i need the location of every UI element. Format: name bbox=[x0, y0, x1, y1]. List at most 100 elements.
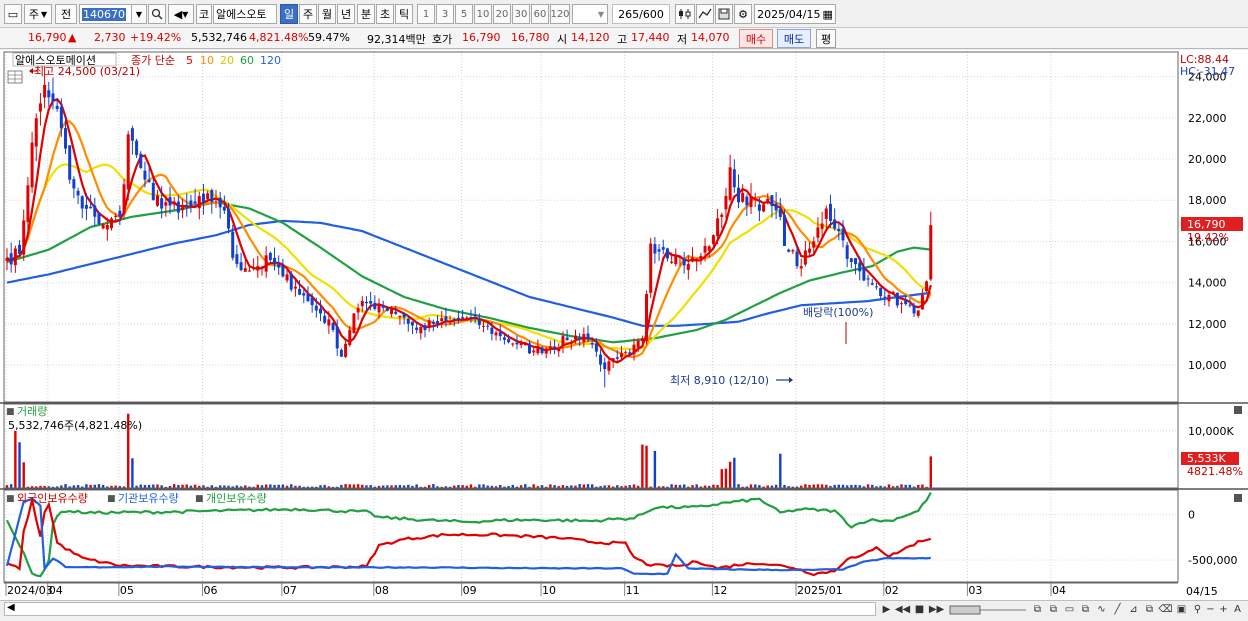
market-select[interactable]: 주 ▼ bbox=[24, 4, 52, 24]
interval-30-button[interactable]: 30 bbox=[512, 4, 530, 24]
period-year-button[interactable]: 년 bbox=[337, 4, 355, 24]
period-minute-button[interactable]: 분 bbox=[357, 4, 375, 24]
save-icon[interactable] bbox=[715, 4, 733, 24]
candle-body bbox=[364, 301, 368, 304]
interval-120-button[interactable]: 120 bbox=[550, 4, 570, 24]
foreign-holdings-label: 외국인보유수량 bbox=[17, 492, 88, 505]
candle-body bbox=[285, 274, 289, 281]
delete-tool-icon[interactable]: ⌫ bbox=[1158, 602, 1173, 617]
stop-icon[interactable]: ■ bbox=[912, 602, 927, 617]
candle-body bbox=[916, 310, 920, 316]
candle-body bbox=[691, 257, 695, 262]
date-picker[interactable]: 2025/04/15 ▦ bbox=[754, 4, 836, 24]
interval-60-button[interactable]: 60 bbox=[531, 4, 549, 24]
candle-body bbox=[231, 231, 235, 258]
candle-body bbox=[636, 340, 640, 348]
fast-forward-icon[interactable]: ▶▶ bbox=[929, 602, 944, 617]
candle-body bbox=[565, 337, 569, 341]
candle-body bbox=[486, 325, 490, 327]
prev-button[interactable]: 전 bbox=[55, 4, 77, 24]
institution-holdings-label: 기관보유수량 bbox=[118, 492, 179, 505]
candle-body bbox=[477, 318, 481, 326]
volume-bar bbox=[478, 484, 481, 488]
change-amount: 2,730 bbox=[94, 31, 126, 44]
candle-body bbox=[130, 128, 134, 141]
window-menu-icon[interactable]: ▭ bbox=[4, 4, 22, 24]
layout-3-icon[interactable]: ▭ bbox=[1062, 602, 1077, 617]
speaker-icon[interactable]: ◀ ▼ bbox=[168, 4, 194, 24]
scroll-right-icon[interactable]: ▶ bbox=[879, 602, 894, 617]
period-second-button[interactable]: 초 bbox=[376, 4, 394, 24]
calendar-icon: ▦ bbox=[822, 7, 833, 21]
volume-bar bbox=[749, 484, 753, 488]
settings-gear-icon[interactable]: ⚙ bbox=[734, 4, 752, 24]
zoom-in-icon[interactable]: + bbox=[1216, 602, 1231, 617]
code-dropdown-icon[interactable]: ▼ bbox=[131, 4, 147, 24]
interval-1-button[interactable]: 1 bbox=[417, 4, 435, 24]
candle-body bbox=[724, 196, 728, 210]
data-count-field[interactable]: 265/600 bbox=[612, 4, 670, 24]
interval-20-button[interactable]: 20 bbox=[493, 4, 511, 24]
period-tick-button[interactable]: 틱 bbox=[395, 4, 413, 24]
volume-bar bbox=[269, 484, 272, 488]
candle-body bbox=[114, 215, 118, 217]
volume-bar bbox=[591, 484, 594, 488]
candle-body bbox=[310, 297, 314, 306]
candle-body bbox=[59, 106, 63, 129]
chart-area[interactable]: 10,00012,00014,00016,00018,00020,00022,0… bbox=[0, 50, 1248, 600]
candle-body bbox=[778, 208, 782, 217]
holdings-panel-close-icon[interactable] bbox=[1234, 494, 1242, 502]
interval-10-button[interactable]: 10 bbox=[474, 4, 492, 24]
candle-body bbox=[745, 196, 749, 206]
avg-button[interactable]: 평 bbox=[816, 29, 836, 48]
compare-icon[interactable]: ⧉ bbox=[1078, 602, 1093, 617]
candle-body bbox=[273, 257, 277, 265]
horizontal-scrollbar[interactable]: ◀ bbox=[4, 602, 876, 616]
candle-body bbox=[569, 341, 573, 343]
candle-body bbox=[394, 311, 398, 314]
zoom-slider[interactable] bbox=[948, 602, 1028, 617]
interval-custom-select[interactable]: ▼ bbox=[572, 4, 608, 24]
stock-name-field[interactable]: 알에스오토 bbox=[213, 4, 277, 24]
candle-body bbox=[849, 258, 853, 262]
volume-bar bbox=[185, 484, 188, 488]
scroll-left-icon[interactable]: ◀ bbox=[7, 602, 15, 613]
buy-button[interactable]: 매수 bbox=[739, 29, 773, 48]
line-tool-icon[interactable] bbox=[696, 4, 714, 24]
x-axis-label: 07 bbox=[283, 584, 297, 597]
search-icon[interactable] bbox=[148, 4, 166, 24]
font-size-icon[interactable]: A bbox=[1230, 602, 1245, 617]
candle-body bbox=[38, 103, 42, 112]
fib-tool-icon[interactable]: ⊿ bbox=[1126, 602, 1141, 617]
rewind-icon[interactable]: ◀◀ bbox=[895, 602, 910, 617]
candle-body bbox=[749, 196, 753, 208]
sell-button[interactable]: 매도 bbox=[777, 29, 811, 48]
candle-body bbox=[68, 145, 72, 180]
period-day-button[interactable]: 일 bbox=[280, 4, 298, 24]
trend-tool-icon[interactable]: ╱ bbox=[1110, 602, 1125, 617]
chart-type-icon[interactable] bbox=[675, 4, 695, 24]
price-tick-label: 10,000 bbox=[1188, 359, 1227, 372]
volume-panel-close-icon[interactable] bbox=[1234, 406, 1242, 414]
candle-body bbox=[76, 190, 80, 196]
layout-1-icon[interactable]: ⧉ bbox=[1030, 602, 1045, 617]
candle-body bbox=[920, 294, 924, 310]
interval-3-button[interactable]: 3 bbox=[436, 4, 454, 24]
candle-body bbox=[97, 212, 101, 224]
candle-body bbox=[206, 193, 210, 200]
candle-body bbox=[110, 218, 113, 229]
copy-icon[interactable]: ⧉ bbox=[1142, 602, 1157, 617]
volume-bar bbox=[264, 484, 268, 488]
candle-body bbox=[741, 192, 745, 202]
volume-bar bbox=[737, 484, 740, 488]
draw-tool-icon[interactable]: ∿ bbox=[1094, 602, 1109, 617]
volume-bar bbox=[812, 484, 815, 488]
volume-bar bbox=[586, 484, 590, 488]
layout-2-icon[interactable]: ⧉ bbox=[1046, 602, 1061, 617]
period-week-button[interactable]: 주 bbox=[299, 4, 317, 24]
interval-5-button[interactable]: 5 bbox=[455, 4, 473, 24]
candle-body bbox=[582, 334, 586, 342]
candle-body bbox=[586, 333, 590, 340]
period-month-button[interactable]: 월 bbox=[318, 4, 336, 24]
capture-icon[interactable]: ▣ bbox=[1174, 602, 1189, 617]
